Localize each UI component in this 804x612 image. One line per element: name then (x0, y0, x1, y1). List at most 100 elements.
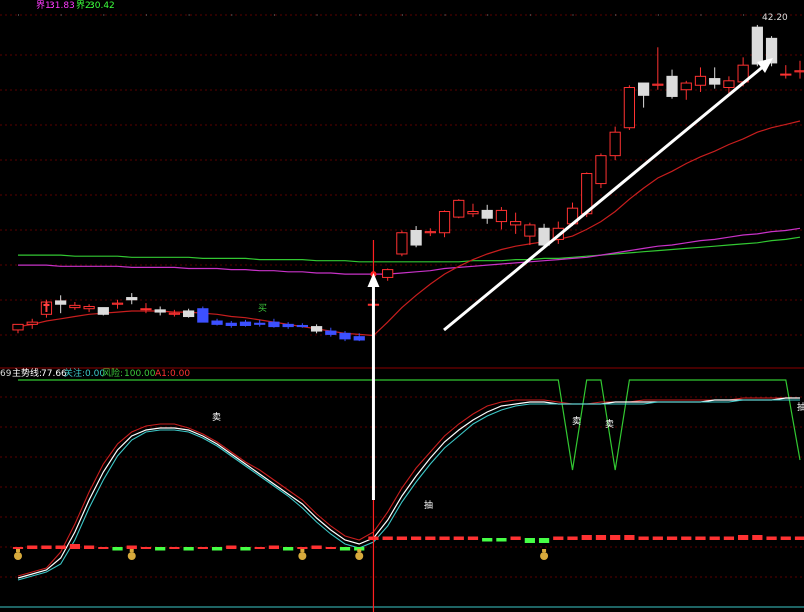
candle-body (197, 308, 209, 323)
indicator-bar (738, 535, 749, 540)
money-bag-body (127, 552, 136, 560)
candle-body (182, 310, 195, 318)
indicator-bar (752, 535, 763, 540)
indicator-bar (524, 538, 535, 543)
indicator-bar (496, 538, 507, 542)
money-bag-top (16, 549, 20, 552)
candle-body (481, 209, 493, 219)
candle-body (709, 78, 721, 85)
indicator-bar (226, 545, 237, 549)
indicator-bar (155, 547, 166, 551)
indicator-bar (254, 547, 265, 549)
money-bag-top (542, 549, 547, 552)
candle-body (353, 336, 365, 341)
candle-body (396, 232, 408, 255)
indicator-bar (41, 545, 52, 549)
indicator-bar (624, 535, 635, 540)
trend-white-line (17, 397, 800, 579)
stock-chart: 界1: 31.83 界2: 30.42 42.20 69 主势线: 77.66 … (0, 0, 804, 612)
candle-body (382, 269, 394, 278)
indicator-bar (538, 538, 550, 543)
indicator-bar (69, 544, 80, 549)
indicator-bar (652, 536, 663, 540)
candle-body (310, 326, 323, 332)
indicator-bar (453, 536, 464, 540)
candle-body (111, 302, 124, 305)
indicator-bar (98, 547, 109, 549)
bound2-value: 30.42 (89, 1, 115, 11)
candle-body (211, 320, 223, 325)
indicator-bar (581, 535, 592, 540)
a1-value: 0.00 (170, 369, 190, 379)
bound1-value: 31.83 (49, 1, 75, 11)
a1-label: A1: (155, 369, 170, 379)
indicator-bar (780, 536, 791, 540)
indicator-bar (325, 547, 336, 549)
indicator-bar (567, 536, 578, 540)
moving-averages (17, 120, 801, 337)
sell-mark-1: 卖 (212, 412, 221, 423)
indicator-bar (55, 545, 66, 549)
candle-body (268, 321, 280, 328)
indicator-bar (723, 536, 735, 540)
candle-body (282, 323, 294, 328)
money-bag-body (540, 552, 549, 560)
indicator-bar (112, 547, 123, 551)
candle-body (780, 73, 792, 76)
indicator-bar (268, 545, 280, 549)
candle-body (26, 321, 38, 325)
candle-body (424, 231, 436, 234)
sell-mark-2: 卖 (572, 416, 581, 427)
indicator-bar (766, 536, 777, 540)
candle-body (694, 75, 707, 86)
indicator-bar (12, 547, 24, 549)
indicator-bar (382, 536, 393, 540)
money-bag-top (300, 549, 305, 552)
price-max-label: 42.20 (762, 13, 788, 23)
money-bag-icon (127, 549, 136, 560)
candle-body (467, 211, 479, 215)
indicator-bar (467, 536, 479, 540)
candle-body (524, 224, 536, 237)
candle-body (325, 330, 337, 335)
indicator-bar (311, 545, 322, 549)
candle-body (83, 305, 95, 310)
money-bag-icon (14, 549, 22, 560)
candle-body (794, 70, 804, 73)
indicator-bar (83, 545, 95, 549)
money-bag-icon (540, 549, 549, 560)
indicator-bar (709, 536, 720, 540)
candle-body (69, 304, 81, 309)
indicator-bar (439, 536, 450, 540)
indicator-bar (695, 536, 706, 540)
candle-body (225, 322, 237, 326)
money-bag-icon (298, 549, 307, 560)
candle-body (154, 309, 166, 313)
indicator-bar (425, 536, 436, 540)
indicator-bar (610, 535, 621, 540)
risk-value: 100.00 (124, 369, 156, 379)
indicator-bar (396, 536, 408, 540)
indicator-bar (183, 547, 194, 551)
money-bag-top (357, 549, 362, 552)
candle-body (637, 82, 650, 96)
trend-arrow-shaft (443, 63, 766, 332)
bottom-mark: 抽 (424, 499, 433, 511)
candle-body (680, 82, 692, 91)
candle-body (410, 230, 422, 246)
focus-label: 关注: (64, 367, 85, 379)
candle-body (296, 324, 308, 328)
candle-body (239, 321, 252, 326)
candle-body (168, 312, 181, 315)
indicator-lines (17, 379, 801, 581)
candle-body (623, 87, 636, 129)
indicator-bar (27, 545, 38, 549)
indicator-bar (169, 547, 180, 549)
candle-body (438, 211, 451, 234)
ma-red-line (17, 120, 801, 337)
indicator-bar (595, 535, 607, 540)
sell-mark-3: 卖 (605, 419, 614, 430)
candle-body (609, 131, 621, 157)
money-bag-body (14, 552, 22, 560)
candle-body (126, 297, 138, 301)
